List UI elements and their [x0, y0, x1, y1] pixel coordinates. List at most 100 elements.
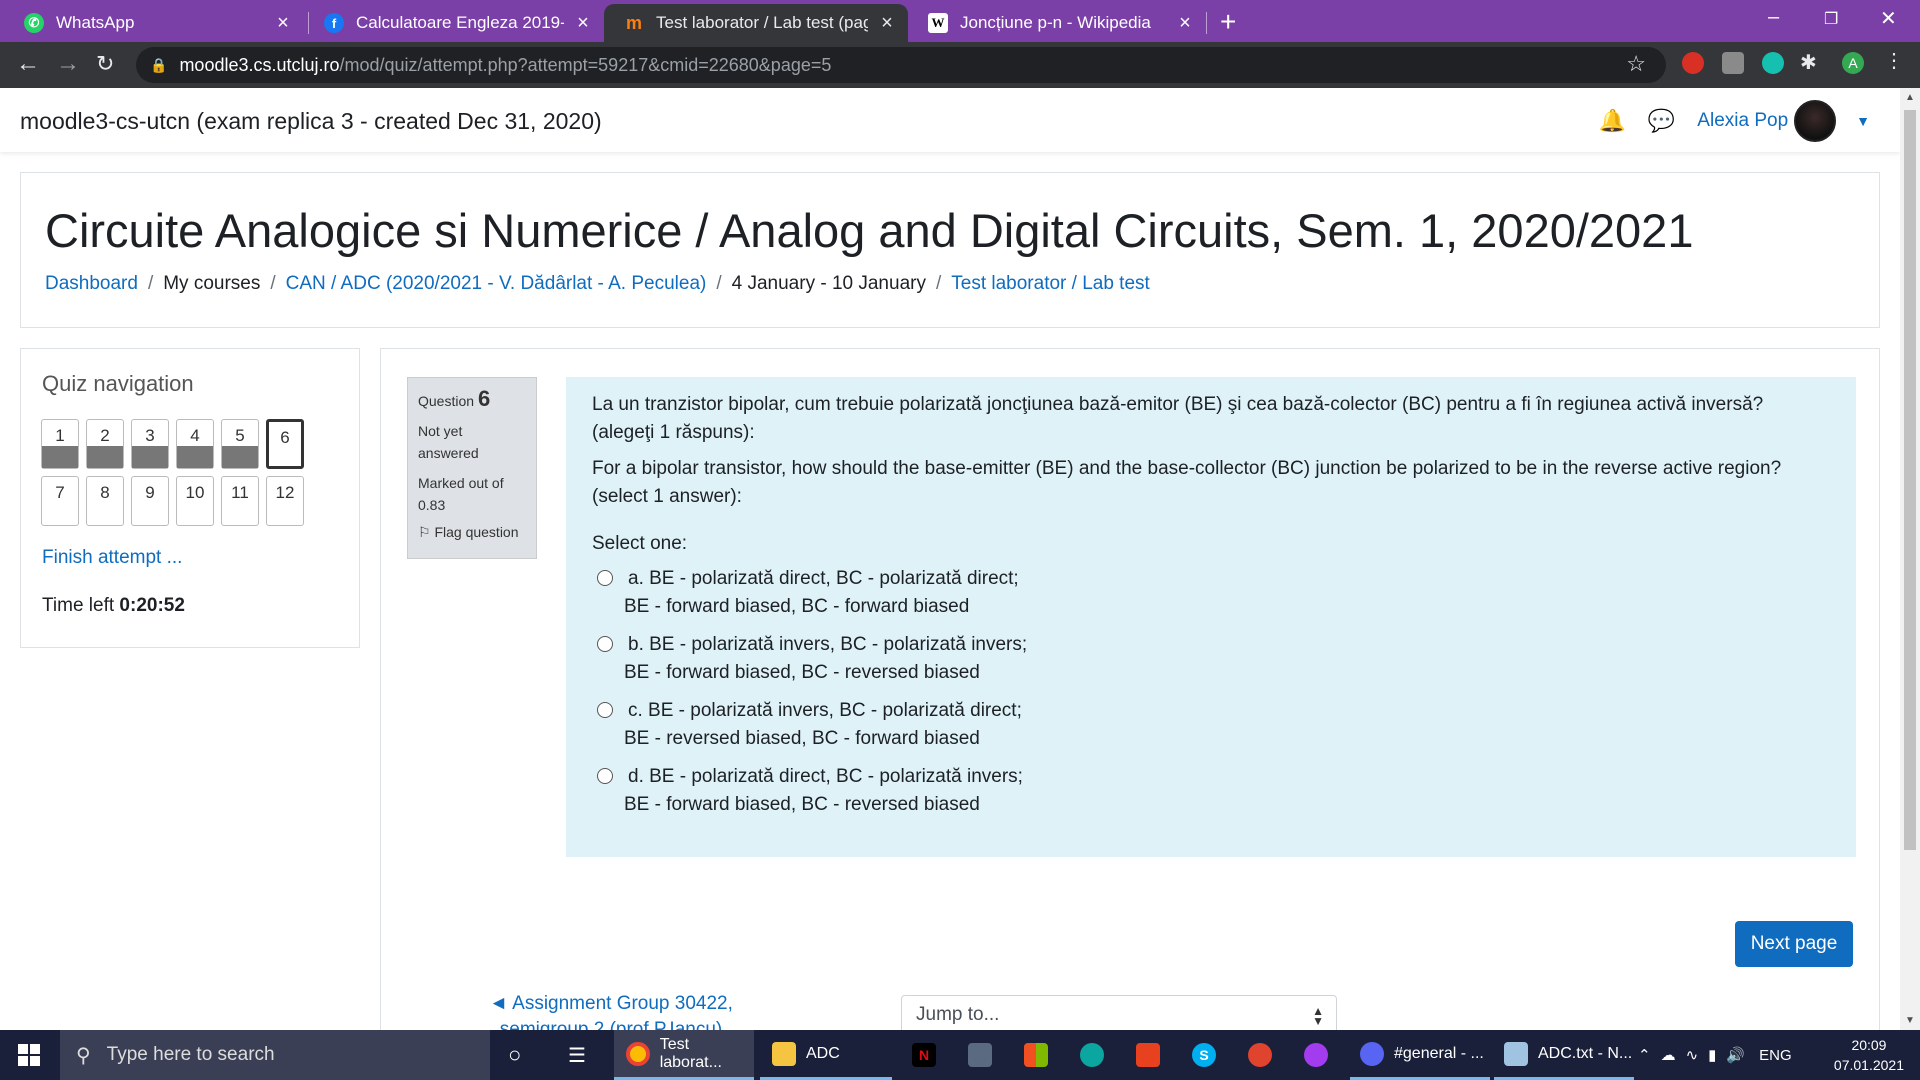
- puzzle-extensions-icon[interactable]: ✱: [1800, 50, 1822, 74]
- quiz-navigation-title: Quiz navigation: [42, 371, 194, 396]
- bookmark-star-icon[interactable]: ☆: [1626, 51, 1646, 77]
- site-name[interactable]: moodle3-cs-utcn (exam replica 3 - create…: [20, 108, 602, 135]
- taskbar-file-explorer[interactable]: ADC: [760, 1030, 892, 1080]
- grammarly-extension-icon[interactable]: [1762, 52, 1784, 74]
- taskbar-calculator[interactable]: [968, 1030, 1002, 1080]
- new-tab-button[interactable]: +: [1220, 6, 1236, 38]
- answer-option-c[interactable]: c. BE - polarizată invers, BC - polariza…: [592, 697, 1830, 753]
- cloud-icon[interactable]: ☁: [1661, 1046, 1676, 1064]
- close-icon[interactable]: ×: [574, 12, 592, 35]
- taskbar-chrome[interactable]: Test laborat...: [614, 1030, 754, 1080]
- cortana-icon[interactable]: ○: [508, 1030, 521, 1080]
- question-number: 6: [477, 386, 491, 411]
- taskbar-skype[interactable]: S: [1192, 1030, 1226, 1080]
- quiz-nav-question-12[interactable]: 12: [266, 476, 304, 526]
- quiz-nav-question-10[interactable]: 10: [176, 476, 214, 526]
- breadcrumb-quiz[interactable]: Test laborator / Lab test: [951, 273, 1150, 295]
- jump-to-select[interactable]: Jump to... ▲ ▼: [901, 995, 1337, 1035]
- close-icon[interactable]: ×: [878, 12, 896, 35]
- quiz-nav-question-11[interactable]: 11: [221, 476, 259, 526]
- finish-attempt-link[interactable]: Finish attempt ...: [42, 547, 182, 569]
- quiz-nav-question-6[interactable]: 6: [266, 419, 304, 469]
- close-icon[interactable]: ×: [274, 12, 292, 35]
- taskbar-messenger[interactable]: [1304, 1030, 1338, 1080]
- battery-icon[interactable]: ▮: [1708, 1046, 1716, 1064]
- quiz-nav-question-7[interactable]: 7: [41, 476, 79, 526]
- chevron-up-icon[interactable]: ⌃: [1638, 1046, 1651, 1064]
- quiz-nav-question-8[interactable]: 8: [86, 476, 124, 526]
- quiz-nav-question-3[interactable]: 3: [131, 419, 169, 469]
- flag-question-button[interactable]: ⚐ Flag question: [418, 524, 526, 541]
- breadcrumb-my-courses: My courses: [163, 273, 261, 294]
- scroll-down-icon[interactable]: ▼: [1905, 1015, 1915, 1026]
- next-page-button[interactable]: Next page: [1735, 921, 1853, 967]
- minimize-icon[interactable]: –: [1768, 6, 1779, 29]
- kebab-menu-icon[interactable]: ⋮: [1884, 48, 1906, 72]
- page-scrollbar[interactable]: ▲ ▼: [1900, 88, 1920, 1030]
- quiz-nav-question-5[interactable]: 5: [221, 419, 259, 469]
- app-icon: [1248, 1043, 1272, 1067]
- radio-button[interactable]: [597, 636, 613, 652]
- radio-button[interactable]: [597, 702, 613, 718]
- quiz-nav-question-4[interactable]: 4: [176, 419, 214, 469]
- edge-icon: [1080, 1043, 1104, 1067]
- folder-icon: [772, 1041, 796, 1066]
- wikipedia-icon: W: [928, 13, 948, 33]
- language-indicator[interactable]: ENG: [1759, 1047, 1792, 1064]
- quiz-nav-question-2[interactable]: 2: [86, 419, 124, 469]
- scroll-thumb[interactable]: [1904, 110, 1916, 850]
- speaker-icon[interactable]: 🔊: [1726, 1046, 1745, 1064]
- address-bar[interactable]: 🔒 moodle3.cs.utcluj.ro /mod/quiz/attempt…: [136, 47, 1666, 83]
- taskbar-notepad[interactable]: ADC.txt - N...: [1494, 1030, 1634, 1080]
- radio-button[interactable]: [597, 768, 613, 784]
- main-region: Question 6 Not yet answered Marked out o…: [380, 348, 1880, 1048]
- question-state: Not yet answered: [418, 423, 479, 461]
- reload-icon[interactable]: ↻: [96, 51, 114, 77]
- user-name[interactable]: Alexia Pop: [1697, 110, 1788, 132]
- quiz-nav-question-9[interactable]: 9: [131, 476, 169, 526]
- forward-arrow-icon[interactable]: →: [56, 50, 80, 78]
- chat-bubble-icon[interactable]: 💬: [1648, 108, 1675, 134]
- tab-moodle-active[interactable]: m Test laborator / Lab test (page 6 c ×: [604, 4, 908, 42]
- tab-wikipedia[interactable]: W Joncțiune p-n - Wikipedia ×: [908, 4, 1206, 42]
- taskbar-netflix[interactable]: N: [912, 1030, 946, 1080]
- tab-facebook[interactable]: f Calculatoare Engleza 2019-2023 | ×: [304, 4, 604, 42]
- restore-icon[interactable]: ❐: [1824, 9, 1838, 29]
- answer-label-en: BE - forward biased, BC - forward biased: [624, 596, 970, 617]
- breadcrumb-dashboard[interactable]: Dashboard: [45, 273, 138, 295]
- time-left-label: Time left: [42, 595, 115, 616]
- close-icon[interactable]: ×: [1176, 12, 1194, 35]
- bell-icon[interactable]: 🔔: [1598, 108, 1625, 134]
- caret-down-icon[interactable]: ▼: [1856, 113, 1870, 129]
- windows-start-icon[interactable]: [18, 1044, 40, 1066]
- search-icon: ⚲: [76, 1044, 91, 1067]
- extension-icon[interactable]: [1722, 52, 1744, 74]
- breadcrumb-separator: /: [935, 273, 942, 294]
- breadcrumb-course[interactable]: CAN / ADC (2020/2021 - V. Dădârlat - A. …: [286, 273, 707, 295]
- answer-option-b[interactable]: b. BE - polarizată invers, BC - polariza…: [592, 631, 1830, 687]
- taskbar-store[interactable]: [1024, 1030, 1058, 1080]
- taskbar-edge[interactable]: [1080, 1030, 1114, 1080]
- wifi-icon[interactable]: ∿: [1686, 1046, 1699, 1064]
- answer-option-d[interactable]: d. BE - polarizată direct, BC - polariza…: [592, 763, 1830, 819]
- answer-option-a[interactable]: a. BE - polarizată direct, BC - polariza…: [592, 565, 1830, 621]
- moodle-icon: m: [625, 12, 642, 33]
- radio-button[interactable]: [597, 570, 613, 586]
- avatar[interactable]: [1794, 100, 1837, 142]
- scroll-up-icon[interactable]: ▲: [1905, 92, 1915, 103]
- taskbar-clock[interactable]: 20:09 07.01.2021: [1834, 1035, 1904, 1075]
- window-close-icon[interactable]: ✕: [1880, 6, 1897, 31]
- task-view-icon[interactable]: ☰: [568, 1030, 586, 1080]
- taskbar-app[interactable]: [1248, 1030, 1282, 1080]
- flag-question-label: Flag question: [434, 524, 519, 540]
- profile-avatar[interactable]: A: [1842, 52, 1864, 74]
- back-arrow-icon[interactable]: ←: [16, 50, 40, 78]
- time-left-value: 0:20:52: [119, 595, 185, 616]
- taskbar-office[interactable]: [1136, 1030, 1170, 1080]
- adblock-extension-icon[interactable]: [1682, 52, 1704, 74]
- tab-whatsapp[interactable]: ✆ WhatsApp ×: [4, 4, 304, 42]
- tab-separator: [1206, 12, 1207, 34]
- quiz-nav-question-1[interactable]: 1: [41, 419, 79, 469]
- taskbar-discord[interactable]: #general - ...: [1350, 1030, 1490, 1080]
- taskbar-search-box[interactable]: ⚲ Type here to search: [60, 1030, 490, 1080]
